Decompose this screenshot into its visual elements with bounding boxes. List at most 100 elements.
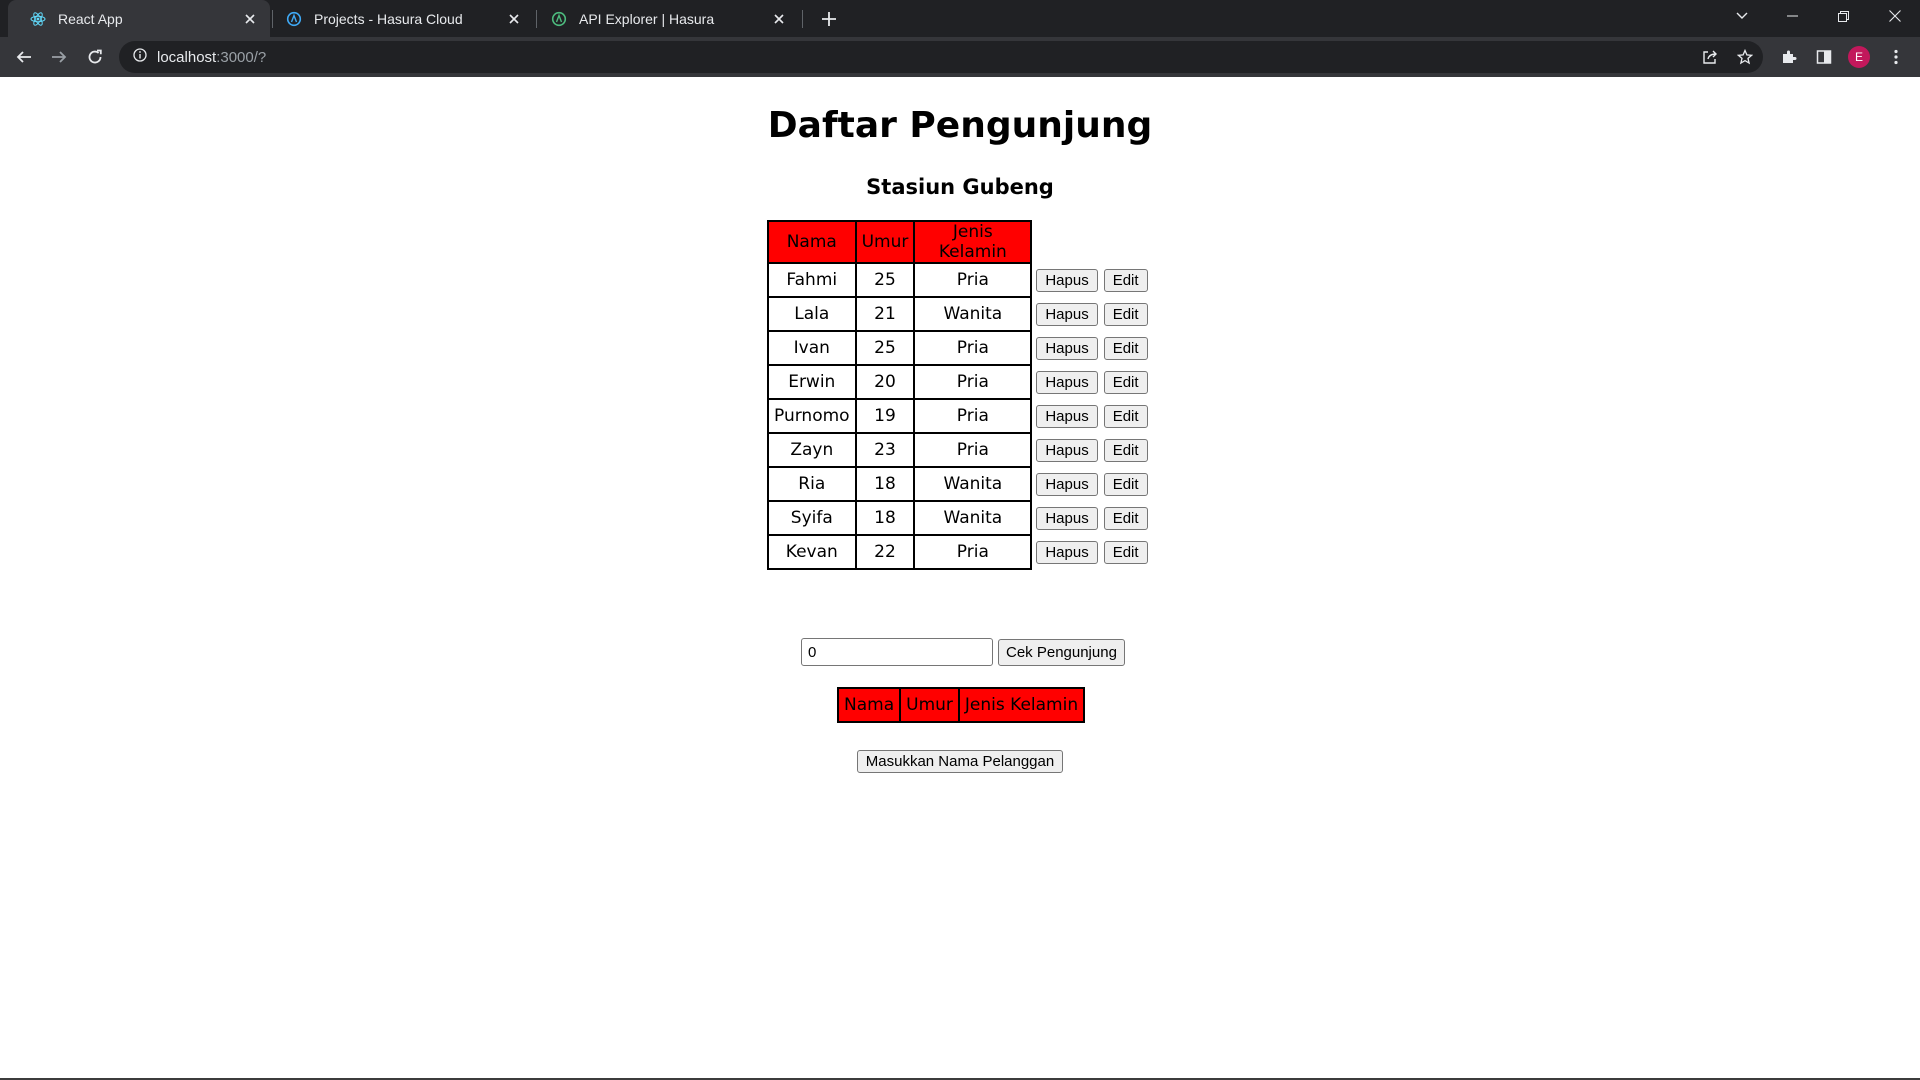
cell-jenis-kelamin: Wanita (913, 466, 1033, 502)
result-table: Nama Umur Jenis Kelamin (836, 687, 1086, 723)
tab-strip: React App Projects - Hasura Cloud API Ex… (0, 0, 1920, 37)
edit-button[interactable]: Edit (1103, 268, 1148, 292)
new-tab-button[interactable] (815, 5, 843, 33)
delete-button[interactable]: Hapus (1036, 404, 1098, 428)
cell-umur: 25 (854, 262, 916, 298)
url-path: :3000/? (216, 48, 267, 66)
delete-button[interactable]: Hapus (1036, 302, 1098, 326)
cell-jenis-kelamin: Pria (913, 432, 1033, 468)
table-row: Ria 18 Wanita Hapus Edit (767, 466, 1155, 502)
cell-jenis-kelamin: Pria (913, 262, 1033, 298)
delete-button[interactable]: Hapus (1036, 336, 1098, 360)
tab-hasura-api-explorer[interactable]: API Explorer | Hasura (537, 0, 799, 37)
result-header-row: Nama Umur Jenis Kelamin (836, 687, 1086, 723)
hasura-icon (286, 11, 302, 27)
cell-nama: Zayn (767, 432, 857, 468)
row-actions: Hapus Edit (1031, 331, 1154, 365)
tab-search-button[interactable] (1719, 0, 1765, 32)
column-header-nama: Nama (767, 220, 857, 264)
result-header-jenis-kelamin: Jenis Kelamin (957, 687, 1086, 723)
cell-umur: 25 (854, 330, 916, 366)
close-window-button[interactable] (1872, 0, 1918, 32)
add-customer-button[interactable]: Masukkan Nama Pelanggan (856, 750, 1064, 773)
edit-button[interactable]: Edit (1103, 472, 1148, 496)
delete-button[interactable]: Hapus (1036, 506, 1098, 530)
cell-umur: 18 (854, 466, 916, 502)
edit-button[interactable]: Edit (1103, 438, 1148, 462)
cell-jenis-kelamin: Pria (913, 534, 1033, 570)
bookmark-star-icon[interactable] (1731, 43, 1759, 71)
delete-button[interactable]: Hapus (1036, 268, 1098, 292)
table-row: Fahmi 25 Pria Hapus Edit (767, 262, 1155, 298)
row-actions: Hapus Edit (1031, 535, 1154, 569)
delete-button[interactable]: Hapus (1036, 540, 1098, 564)
cell-jenis-kelamin: Wanita (913, 296, 1033, 332)
cell-nama: Kevan (767, 534, 857, 570)
close-icon[interactable] (771, 11, 787, 27)
column-header-jenis-kelamin: Jenis Kelamin (913, 220, 1033, 264)
address-bar[interactable]: localhost:3000/? (119, 41, 1763, 73)
edit-button[interactable]: Edit (1103, 302, 1148, 326)
share-icon[interactable] (1696, 43, 1724, 71)
edit-button[interactable]: Edit (1103, 370, 1148, 394)
close-icon[interactable] (242, 11, 258, 27)
reload-button[interactable] (81, 43, 109, 71)
cell-nama: Ivan (767, 330, 857, 366)
page-subtitle: Stasiun Gubeng (866, 175, 1054, 199)
menu-kebab-icon[interactable] (1882, 43, 1910, 71)
actions-spacer (1031, 221, 1154, 263)
cell-nama: Purnomo (767, 398, 857, 434)
back-button[interactable] (10, 43, 38, 71)
page-title: Daftar Pengunjung (767, 105, 1153, 146)
edit-button[interactable]: Edit (1103, 540, 1148, 564)
close-icon[interactable] (506, 11, 522, 27)
cell-umur: 21 (854, 296, 916, 332)
delete-button[interactable]: Hapus (1036, 370, 1098, 394)
row-actions: Hapus Edit (1031, 263, 1154, 297)
cell-umur: 20 (854, 364, 916, 400)
column-header-umur: Umur (854, 220, 916, 264)
table-row: Erwin 20 Pria Hapus Edit (767, 364, 1155, 400)
edit-button[interactable]: Edit (1103, 506, 1148, 530)
add-customer-area: Masukkan Nama Pelanggan (0, 750, 1920, 773)
tab-react-app[interactable]: React App (8, 0, 270, 37)
cell-jenis-kelamin: Pria (913, 364, 1033, 400)
tab-separator (802, 10, 803, 28)
url-text: localhost:3000/? (157, 49, 266, 66)
check-visitor-button[interactable]: Cek Pengunjung (998, 638, 1125, 666)
result-header-nama: Nama (836, 687, 902, 723)
cell-umur: 18 (854, 500, 916, 536)
delete-button[interactable]: Hapus (1036, 438, 1098, 462)
cell-nama: Ria (767, 466, 857, 502)
cell-nama: Fahmi (767, 262, 857, 298)
cell-nama: Lala (767, 296, 857, 332)
table-row: Lala 21 Wanita Hapus Edit (767, 296, 1155, 332)
tab-title: React App (58, 10, 123, 27)
tab-hasura-projects[interactable]: Projects - Hasura Cloud (272, 0, 534, 37)
hasura-icon (551, 11, 567, 27)
check-visitor-form: Cek Pengunjung (801, 638, 1131, 666)
cell-jenis-kelamin: Pria (913, 398, 1033, 434)
visitor-id-input[interactable] (801, 638, 993, 666)
table-row: Ivan 25 Pria Hapus Edit (767, 330, 1155, 366)
forward-button[interactable] (45, 43, 73, 71)
edit-button[interactable]: Edit (1103, 404, 1148, 428)
row-actions: Hapus Edit (1031, 365, 1154, 399)
edit-button[interactable]: Edit (1103, 336, 1148, 360)
delete-button[interactable]: Hapus (1036, 472, 1098, 496)
react-icon (30, 11, 46, 27)
profile-avatar[interactable]: E (1848, 46, 1870, 68)
cell-nama: Syifa (767, 500, 857, 536)
site-info-icon[interactable] (133, 47, 147, 67)
cell-jenis-kelamin: Wanita (913, 500, 1033, 536)
side-panel-icon[interactable] (1810, 43, 1838, 71)
cell-umur: 23 (854, 432, 916, 468)
minimize-button[interactable] (1769, 0, 1815, 32)
table-row: Syifa 18 Wanita Hapus Edit (767, 500, 1155, 536)
row-actions: Hapus Edit (1031, 297, 1154, 331)
row-actions: Hapus Edit (1031, 467, 1154, 501)
restore-button[interactable] (1820, 0, 1866, 32)
extensions-icon[interactable] (1775, 43, 1803, 71)
result-header-umur: Umur (899, 687, 960, 723)
url-host: localhost (157, 48, 217, 66)
